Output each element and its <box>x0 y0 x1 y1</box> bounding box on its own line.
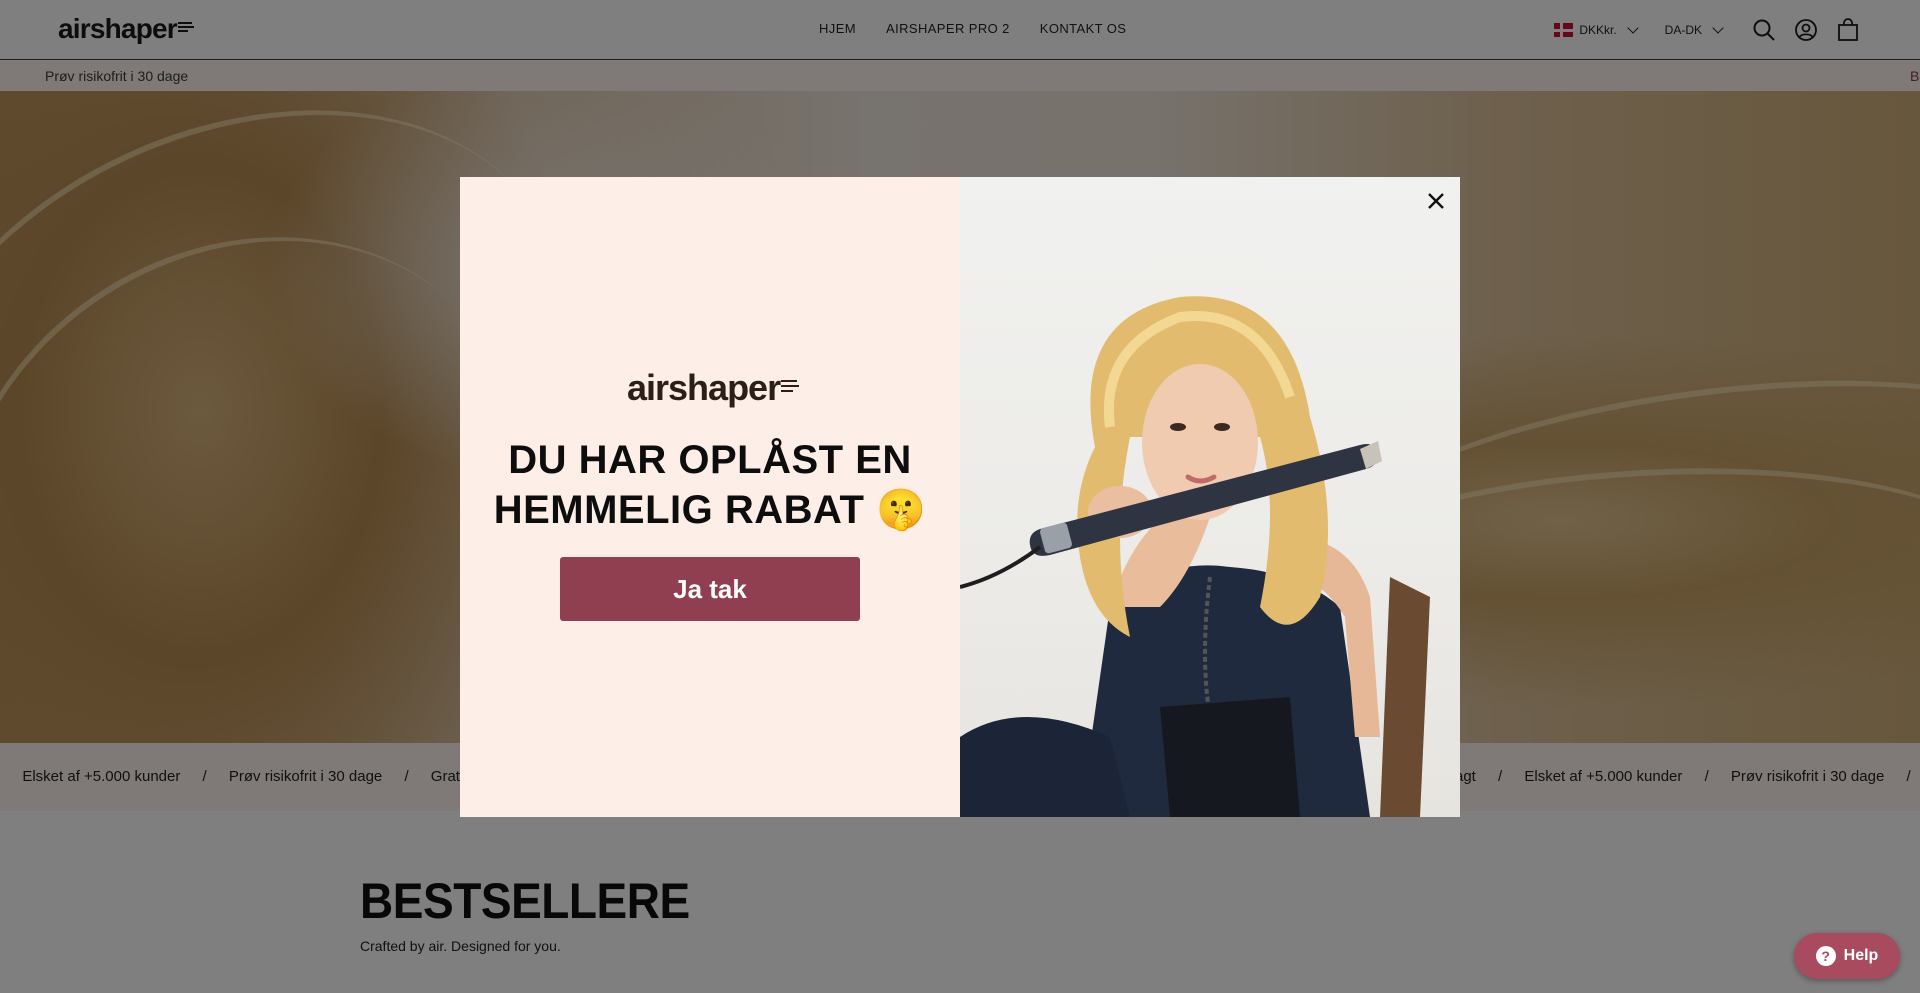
discount-popup: airshaper DU HAR OPLÅST EN HEMMELIG RABA… <box>460 177 1460 817</box>
accept-discount-button[interactable]: Ja tak <box>560 557 860 621</box>
close-icon <box>1428 193 1444 209</box>
popup-logo-text: airshaper <box>627 367 781 408</box>
popup-logo: airshaper <box>627 367 800 409</box>
logo-wind-icon <box>781 380 800 392</box>
popup-headline: DU HAR OPLÅST EN HEMMELIG RABAT 🤫 <box>460 435 960 535</box>
popup-headline-line1: DU HAR OPLÅST EN <box>508 438 912 482</box>
model-photo-illustration <box>960 296 1430 817</box>
popup-content: airshaper DU HAR OPLÅST EN HEMMELIG RABA… <box>460 177 960 817</box>
popup-model-image <box>960 177 1460 817</box>
close-popup-button[interactable] <box>1422 187 1450 215</box>
help-button[interactable]: ? Help <box>1794 933 1900 979</box>
popup-headline-line2: HEMMELIG RABAT 🤫 <box>493 488 927 532</box>
help-question-icon: ? <box>1815 946 1836 966</box>
help-label: Help <box>1843 947 1879 964</box>
